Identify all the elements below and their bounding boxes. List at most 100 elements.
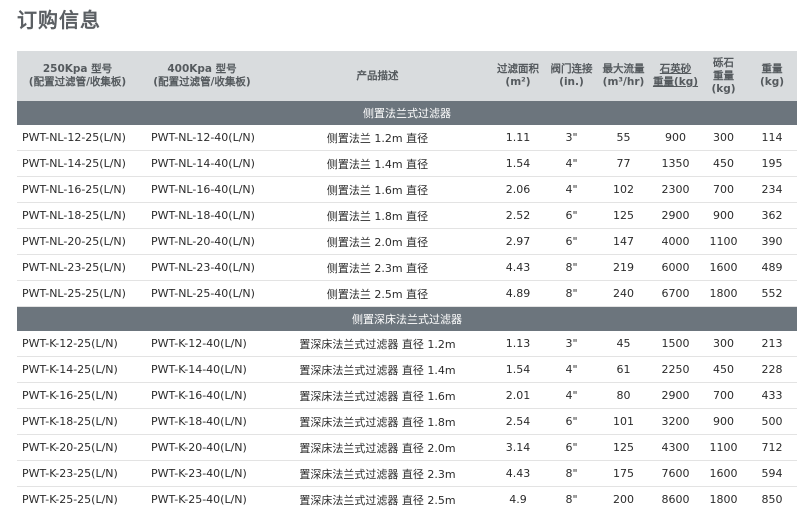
table-cell: 55	[596, 125, 651, 151]
table-cell: 2.52	[489, 203, 547, 229]
table-cell: 1500	[651, 331, 700, 357]
table-cell: 61	[596, 357, 651, 383]
table-cell: PWT-K-14-25(L/N)	[17, 357, 138, 383]
table-cell: PWT-NL-20-40(L/N)	[138, 229, 266, 255]
section-header-row: 侧置法兰式过滤器	[17, 101, 797, 125]
table-cell: 3.14	[489, 435, 547, 461]
column-header-line: 过滤面积	[489, 63, 547, 76]
table-cell: 4"	[547, 151, 596, 177]
table-cell: PWT-NL-23-25(L/N)	[17, 255, 138, 281]
table-cell: 侧置法兰 2.3m 直径	[266, 255, 489, 281]
table-cell: 4.9	[489, 487, 547, 512]
column-header: 石英砂重量(kg)	[651, 51, 700, 101]
table-cell: PWT-NL-20-25(L/N)	[17, 229, 138, 255]
section-header-row: 侧置深床法兰式过滤器	[17, 307, 797, 332]
table-cell: 4"	[547, 177, 596, 203]
table-cell: 4.43	[489, 255, 547, 281]
table-cell: 6700	[651, 281, 700, 307]
table-cell: 450	[700, 151, 747, 177]
section-label: 侧置法兰式过滤器	[17, 101, 797, 125]
table-cell: 置深床法兰式过滤器 直径 1.2m	[266, 331, 489, 357]
table-cell: 置深床法兰式过滤器 直径 2.5m	[266, 487, 489, 512]
table-cell: 390	[747, 229, 797, 255]
table-cell: 2.97	[489, 229, 547, 255]
table-cell: 1100	[700, 435, 747, 461]
table-cell: 200	[596, 487, 651, 512]
table-cell: 侧置法兰 1.6m 直径	[266, 177, 489, 203]
table-cell: 1.13	[489, 331, 547, 357]
table-cell: 6000	[651, 255, 700, 281]
table-cell: 置深床法兰式过滤器 直径 1.8m	[266, 409, 489, 435]
table-cell: 552	[747, 281, 797, 307]
table-row: PWT-NL-12-25(L/N)PWT-NL-12-40(L/N)侧置法兰 1…	[17, 125, 797, 151]
table-cell: 1.11	[489, 125, 547, 151]
column-header: 250Kpa 型号(配置过滤管/收集板)	[17, 51, 138, 101]
column-header-line: 产品描述	[266, 70, 489, 83]
table-cell: 213	[747, 331, 797, 357]
table-cell: 594	[747, 461, 797, 487]
table-cell: 234	[747, 177, 797, 203]
table-cell: 6"	[547, 409, 596, 435]
table-cell: PWT-NL-12-25(L/N)	[17, 125, 138, 151]
table-cell: 1350	[651, 151, 700, 177]
table-cell: 219	[596, 255, 651, 281]
table-cell: 300	[700, 125, 747, 151]
table-cell: 700	[700, 177, 747, 203]
table-cell: 侧置法兰 1.8m 直径	[266, 203, 489, 229]
column-header-line: (kg)	[747, 76, 797, 89]
table-cell: PWT-K-23-40(L/N)	[138, 461, 266, 487]
table-cell: 侧置法兰 2.5m 直径	[266, 281, 489, 307]
column-header-line: 石英砂	[651, 63, 700, 76]
table-cell: 1800	[700, 281, 747, 307]
table-cell: 8600	[651, 487, 700, 512]
table-cell: 300	[700, 331, 747, 357]
table-cell: 3"	[547, 125, 596, 151]
table-cell: 712	[747, 435, 797, 461]
column-header: 产品描述	[266, 51, 489, 101]
table-cell: 900	[651, 125, 700, 151]
table-row: PWT-K-25-25(L/N)PWT-K-25-40(L/N)置深床法兰式过滤…	[17, 487, 797, 512]
table-cell: 6"	[547, 435, 596, 461]
ordering-table: 250Kpa 型号(配置过滤管/收集板)400Kpa 型号(配置过滤管/收集板)…	[17, 51, 797, 512]
table-cell: 7600	[651, 461, 700, 487]
table-cell: PWT-NL-18-40(L/N)	[138, 203, 266, 229]
column-header: 最大流量(m³/hr)	[596, 51, 651, 101]
table-cell: 195	[747, 151, 797, 177]
column-header: 砾石重量(kg)	[700, 51, 747, 101]
column-header-line: (配置过滤管/收集板)	[138, 76, 266, 89]
table-cell: PWT-K-16-40(L/N)	[138, 383, 266, 409]
column-header-line: (in.)	[547, 76, 596, 89]
column-header-line: 250Kpa 型号	[17, 63, 138, 76]
table-cell: 8"	[547, 255, 596, 281]
table-cell: 6"	[547, 229, 596, 255]
table-cell: 置深床法兰式过滤器 直径 2.0m	[266, 435, 489, 461]
table-cell: PWT-K-20-40(L/N)	[138, 435, 266, 461]
column-header-line: 阀门连接	[547, 63, 596, 76]
table-row: PWT-K-14-25(L/N)PWT-K-14-40(L/N)置深床法兰式过滤…	[17, 357, 797, 383]
table-cell: PWT-K-20-25(L/N)	[17, 435, 138, 461]
table-cell: PWT-K-23-25(L/N)	[17, 461, 138, 487]
table-cell: 2900	[651, 203, 700, 229]
table-row: PWT-K-23-25(L/N)PWT-K-23-40(L/N)置深床法兰式过滤…	[17, 461, 797, 487]
table-cell: 4.43	[489, 461, 547, 487]
table-cell: PWT-K-25-25(L/N)	[17, 487, 138, 512]
table-cell: 3200	[651, 409, 700, 435]
table-cell: 6"	[547, 203, 596, 229]
column-header: 过滤面积(m²)	[489, 51, 547, 101]
column-header: 重量(kg)	[747, 51, 797, 101]
table-cell: 2300	[651, 177, 700, 203]
table-cell: 1600	[700, 461, 747, 487]
page-title: 订购信息	[17, 4, 101, 33]
table-cell: 2900	[651, 383, 700, 409]
table-cell: 900	[700, 409, 747, 435]
table-cell: PWT-K-14-40(L/N)	[138, 357, 266, 383]
column-header-line: 400Kpa 型号	[138, 63, 266, 76]
column-header-line: 重量	[700, 70, 747, 83]
table-cell: 114	[747, 125, 797, 151]
table-cell: PWT-NL-14-40(L/N)	[138, 151, 266, 177]
table-cell: 置深床法兰式过滤器 直径 2.3m	[266, 461, 489, 487]
table-cell: 1800	[700, 487, 747, 512]
table-cell: PWT-K-16-25(L/N)	[17, 383, 138, 409]
table-cell: 4300	[651, 435, 700, 461]
table-cell: 置深床法兰式过滤器 直径 1.6m	[266, 383, 489, 409]
